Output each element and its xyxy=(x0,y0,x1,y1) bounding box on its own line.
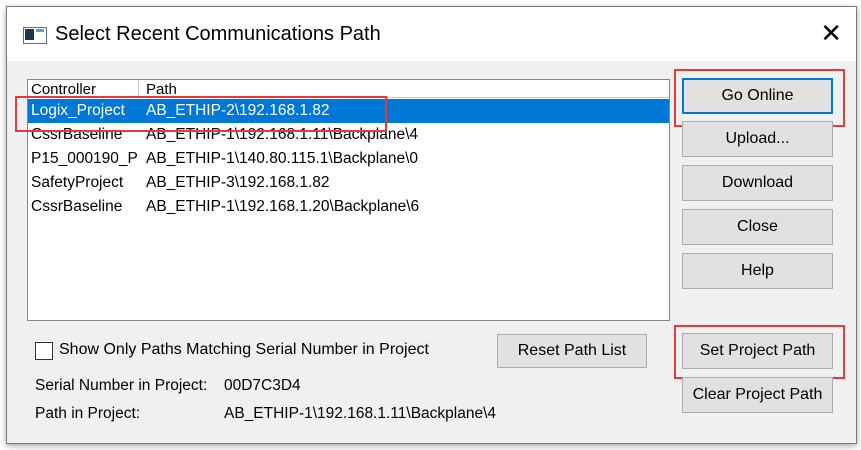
list-rows: Logix_Project AB_ETHIP-2\192.168.1.82 Cs… xyxy=(28,99,669,219)
list-row[interactable]: CssrBaseline AB_ETHIP-1\192.168.1.20\Bac… xyxy=(28,195,669,219)
path-cell: AB_ETHIP-1\192.168.1.11\Backplane\4 xyxy=(146,126,418,143)
list-row[interactable]: CssrBaseline AB_ETHIP-1\192.168.1.11\Bac… xyxy=(28,123,669,147)
path-cell: AB_ETHIP-2\192.168.1.82 xyxy=(146,102,330,119)
upload-button[interactable]: Upload... xyxy=(682,121,833,157)
serial-filter-label[interactable]: Show Only Paths Matching Serial Number i… xyxy=(59,341,429,359)
serial-filter-checkbox[interactable] xyxy=(35,342,53,360)
app-window-icon xyxy=(23,27,47,44)
serial-number-label: Serial Number in Project: xyxy=(35,377,208,394)
path-cell: AB_ETHIP-3\192.168.1.82 xyxy=(146,174,330,191)
column-header-controller[interactable]: Controller xyxy=(31,81,96,98)
select-recent-communications-path-dialog: Select Recent Communications Path ✕ Cont… xyxy=(6,6,857,444)
reset-path-list-button[interactable]: Reset Path List xyxy=(497,334,647,368)
path-cell: AB_ETHIP-1\192.168.1.20\Backplane\6 xyxy=(146,198,420,215)
serial-number-value: 00D7C3D4 xyxy=(224,377,301,394)
controller-cell: CssrBaseline xyxy=(31,198,123,215)
column-divider[interactable] xyxy=(138,80,139,97)
controller-cell: P15_000190_P xyxy=(31,150,138,167)
close-icon[interactable]: ✕ xyxy=(820,18,842,48)
column-header-path[interactable]: Path xyxy=(146,81,177,98)
go-online-button[interactable]: Go Online xyxy=(682,78,833,114)
list-row[interactable]: Logix_Project AB_ETHIP-2\192.168.1.82 xyxy=(28,99,669,123)
path-cell: AB_ETHIP-1\140.80.115.1\Backplane\0 xyxy=(146,150,418,167)
controller-cell: SafetyProject xyxy=(31,174,124,191)
set-project-path-button[interactable]: Set Project Path xyxy=(682,333,833,369)
controller-cell: Logix_Project xyxy=(31,102,125,119)
help-button[interactable]: Help xyxy=(682,253,833,289)
download-button[interactable]: Download xyxy=(682,165,833,201)
controller-cell: CssrBaseline xyxy=(31,126,123,143)
project-path-value: AB_ETHIP-1\192.168.1.11\Backplane\4 xyxy=(224,405,496,422)
list-row[interactable]: SafetyProject AB_ETHIP-3\192.168.1.82 xyxy=(28,171,669,195)
list-row[interactable]: P15_000190_P AB_ETHIP-1\140.80.115.1\Bac… xyxy=(28,147,669,171)
close-button[interactable]: Close xyxy=(682,209,833,245)
title-bar: Select Recent Communications Path ✕ xyxy=(7,7,856,61)
project-path-label: Path in Project: xyxy=(35,405,141,422)
clear-project-path-button[interactable]: Clear Project Path xyxy=(682,377,833,413)
window-title: Select Recent Communications Path xyxy=(55,23,381,45)
recent-paths-list[interactable]: Controller Path Logix_Project AB_ETHIP-2… xyxy=(27,79,670,321)
list-header: Controller Path xyxy=(28,80,669,98)
